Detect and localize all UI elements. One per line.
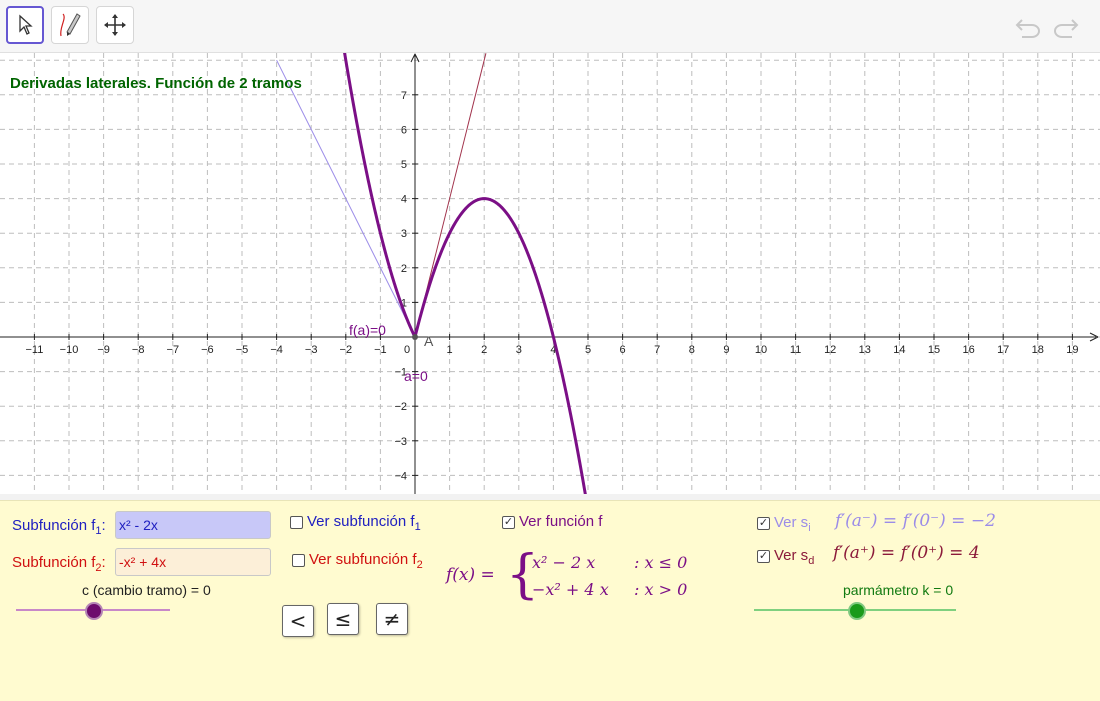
graph-title: Derivadas laterales. Función de 2 tramos (10, 75, 302, 92)
move-arrows-icon (104, 14, 126, 36)
y-tick-label: −3 (394, 436, 407, 448)
x-tick-label: 11 (790, 344, 801, 356)
x-tick-label: −3 (305, 344, 318, 356)
toolbar (0, 0, 1100, 53)
ver-f2-label: Ver subfunción f2 (309, 551, 423, 571)
x-tick-label: −9 (97, 344, 110, 356)
ver-si-label: Ver si (774, 514, 811, 534)
right-derivative-formula: f′(a⁺) = f′(0⁺) = 4 (833, 543, 980, 563)
f2-label: Subfunción f2: (12, 554, 106, 574)
x-tick-label: 9 (723, 344, 729, 356)
move-graphics-tool-button[interactable] (96, 6, 134, 44)
cursor-arrow-icon (19, 14, 33, 35)
x-tick-label: −11 (25, 344, 43, 356)
ver-sd-checkbox[interactable]: ✓ (757, 550, 770, 563)
undo-icon (1015, 19, 1040, 38)
x-tick-label: 14 (893, 344, 905, 356)
x-tick-label: −6 (201, 344, 214, 356)
y-tick-label: 7 (401, 90, 407, 102)
formula-cond1: : x ≤ 0 (634, 553, 688, 572)
ver-f1-label: Ver subfunción f1 (307, 513, 421, 533)
slider-c[interactable] (16, 601, 170, 620)
x-tick-label: 12 (824, 344, 836, 356)
select-tool-button[interactable] (6, 6, 44, 44)
ver-si-checkbox[interactable]: ✓ (757, 517, 770, 530)
x-tick-label: 19 (1066, 344, 1078, 356)
ver-f-label: Ver función f (519, 513, 603, 530)
y-tick-label: 3 (401, 228, 407, 240)
ver-sd-label: Ver sd (774, 547, 815, 567)
f2-input[interactable] (115, 548, 271, 576)
x-tick-label: −7 (167, 344, 180, 356)
formula-case1: x² − 2 x (532, 553, 596, 572)
f1-input[interactable] (115, 511, 271, 539)
graph-canvas[interactable]: −11 −10 −9 −8 −7 −6 −5 −4 −3 −2 −1 0 1 2 3 4 5 6 7 8 9 10 11 12… (0, 38, 1100, 498)
x-tick-label: 5 (585, 344, 591, 356)
tick-labels: −11 −10 −9 −8 −7 −6 −5 −4 −3 −2 −1 0 1 2 3 4 5 6 7 8 9 10 11 12… (25, 90, 1078, 483)
redo-icon (1054, 19, 1079, 38)
x-tick-label: −5 (236, 344, 249, 356)
a-label: a=0 (404, 368, 428, 384)
grid (0, 53, 1100, 494)
pen-tool-button[interactable] (51, 6, 89, 44)
pen-icon (60, 13, 81, 37)
left-derivative-formula: f′(a⁻) = f′(0⁻) = −2 (835, 511, 996, 531)
x-tick-label: 17 (997, 344, 1009, 356)
x-tick-label: 0 (404, 344, 410, 356)
ver-f2-checkbox[interactable] (292, 554, 305, 567)
point-a-label: A (424, 333, 434, 349)
x-tick-label: −2 (340, 344, 353, 356)
slider-k-knob[interactable] (848, 602, 866, 620)
point-a (412, 334, 418, 340)
formula-cond2: : x > 0 (634, 580, 688, 599)
x-tick-label: 7 (654, 344, 660, 356)
x-tick-label: −8 (132, 344, 145, 356)
slider-c-label: c (cambio tramo) = 0 (82, 582, 211, 598)
axes (0, 53, 1099, 494)
y-tick-label: −2 (394, 401, 407, 413)
x-tick-label: 18 (1032, 344, 1044, 356)
x-tick-label: 10 (755, 344, 767, 356)
curve-branch-2 (413, 197, 588, 498)
fa-label: f(a)=0 (349, 322, 386, 338)
y-tick-label: 5 (401, 159, 407, 171)
y-tick-label: 6 (401, 124, 407, 136)
y-tick-label: 4 (401, 194, 407, 206)
x-tick-label: 15 (928, 344, 940, 356)
ver-f-checkbox[interactable]: ✓ (502, 516, 515, 529)
x-tick-label: −1 (374, 344, 387, 356)
slider-c-knob[interactable] (85, 602, 103, 620)
formula-lhs: f(x) = (446, 565, 495, 585)
y-tick-label: −4 (394, 470, 407, 482)
x-tick-label: 6 (620, 344, 626, 356)
graph-labels: Af(a)=0 a=0 (349, 322, 434, 384)
ver-f1-checkbox[interactable] (290, 516, 303, 529)
x-tick-label: −4 (270, 344, 283, 356)
slider-k-label: parmámetro k = 0 (843, 582, 954, 598)
y-tick-label: 2 (401, 263, 407, 275)
piecewise-formula: f(x) = { x² − 2 x : x ≤ 0 −x² + 4 x : x … (446, 545, 716, 609)
control-panel: Subfunción f1: Subfunción f2: c (cambio … (0, 500, 1100, 701)
undo-button[interactable] (1013, 12, 1043, 42)
x-tick-label: 8 (689, 344, 695, 356)
x-tick-label: 2 (481, 344, 487, 356)
x-tick-label: −10 (60, 344, 79, 356)
graphics-view[interactable]: −11 −10 −9 −8 −7 −6 −5 −4 −3 −2 −1 0 1 2 3 4 5 6 7 8 9 10 11 12… (0, 38, 1100, 498)
x-tick-label: 16 (962, 344, 974, 356)
x-tick-label: 13 (859, 344, 871, 356)
less-equal-button[interactable]: ≤ (327, 603, 359, 635)
x-tick-label: 1 (447, 344, 453, 356)
slider-k[interactable] (754, 601, 956, 620)
curves (276, 38, 588, 498)
x-tick-label: 3 (516, 344, 522, 356)
less-than-button[interactable]: < (282, 605, 314, 637)
not-equal-button[interactable]: ≠ (376, 603, 408, 635)
f1-label: Subfunción f1: (12, 517, 106, 537)
formula-case2: −x² + 4 x (532, 580, 609, 599)
redo-button[interactable] (1051, 12, 1081, 42)
